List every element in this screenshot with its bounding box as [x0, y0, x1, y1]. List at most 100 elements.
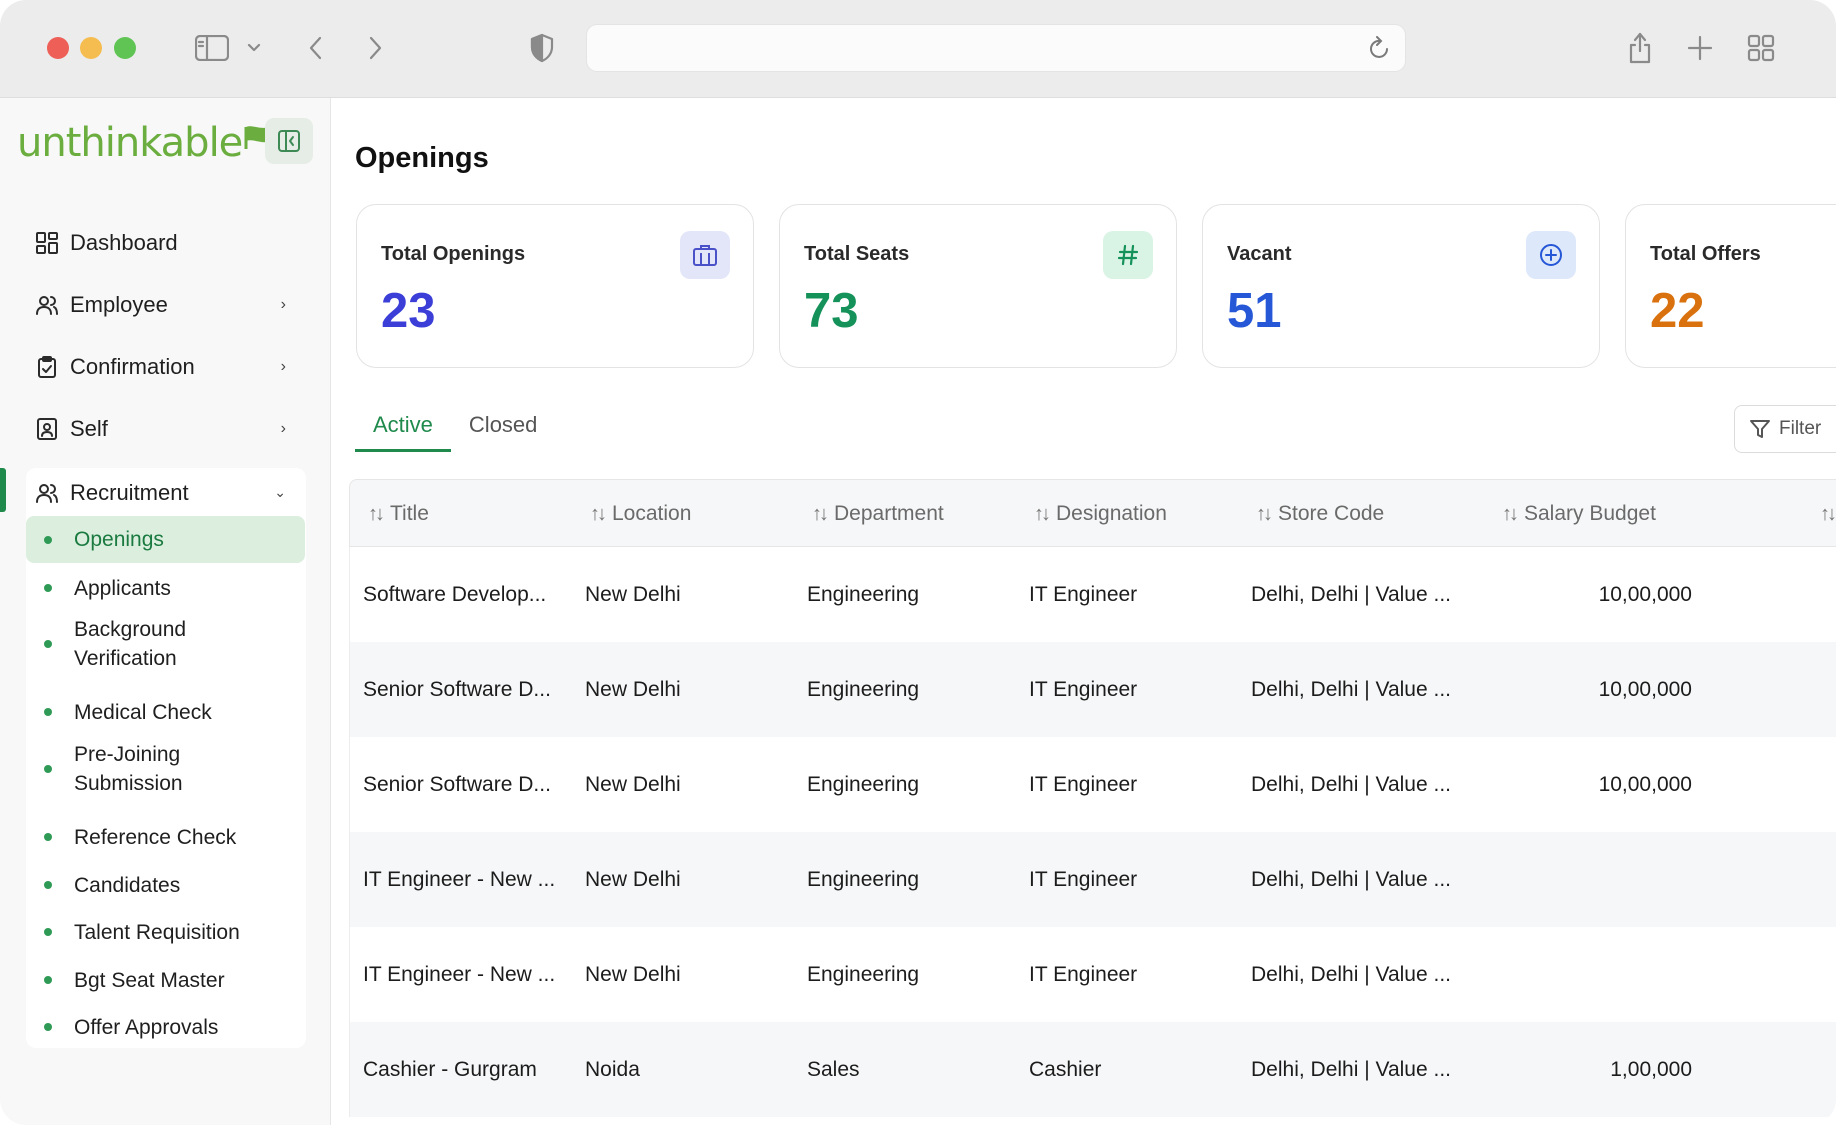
- sidebar-item-applicants[interactable]: Applicants: [26, 566, 305, 610]
- forward-icon[interactable]: [364, 28, 386, 68]
- sidebar-item-medical-check[interactable]: Medical Check: [26, 690, 305, 734]
- sort-icon: ↑↓: [1256, 502, 1273, 525]
- cell-title: Cashier - Gurgram: [363, 1057, 537, 1081]
- tab-closed[interactable]: Closed: [451, 408, 555, 452]
- table-row[interactable]: IT Engineer - New ... New Delhi Engineer…: [349, 832, 1836, 927]
- column-label: Department: [834, 502, 944, 525]
- cell-department: Engineering: [807, 867, 920, 891]
- main-content: Openings Total Openings 23 Total Seats 7…: [332, 98, 1836, 1125]
- stat-card-total-openings: Total Openings 23: [356, 204, 754, 368]
- nav-employee[interactable]: Employee ›: [26, 280, 306, 330]
- cell-salary-budget: [1490, 927, 1692, 1022]
- sort-icon: ↑↓: [590, 502, 607, 525]
- column-header-department[interactable]: ↑↓ Department: [812, 480, 944, 548]
- cell-department: Engineering: [807, 677, 920, 701]
- openings-table: ↑↓ Title ↑↓ Location ↑↓ Department ↑↓ Design…: [349, 479, 1836, 1117]
- nav-recruitment[interactable]: Recruitment ⌄: [26, 468, 306, 518]
- bullet-icon: [44, 765, 52, 773]
- cell-title: IT Engineer - New ...: [363, 962, 556, 986]
- table-row[interactable]: Senior Software D... New Delhi Engineeri…: [349, 737, 1836, 832]
- grid-icon: [34, 230, 60, 256]
- sidebar-item-bgt-seat-master[interactable]: Bgt Seat Master: [26, 958, 305, 1002]
- reload-icon[interactable]: [1369, 36, 1391, 65]
- filter-button[interactable]: Filter: [1734, 405, 1836, 453]
- cell-salary-budget: [1490, 832, 1692, 927]
- address-bar[interactable]: [587, 25, 1405, 71]
- browser-window: unthinkable Dashboard Employee › Confirm…: [0, 0, 1836, 1125]
- stat-value: 73: [804, 284, 859, 338]
- minimize-window-button[interactable]: [80, 37, 102, 59]
- sidebar-item-label: Candidates: [74, 873, 181, 897]
- sidebar-item-label: Talent Requisition: [74, 920, 240, 944]
- cell-salary-budget: 10,00,000: [1598, 582, 1692, 606]
- bullet-icon: [44, 640, 52, 648]
- sidebar-toggle-icon[interactable]: [192, 28, 232, 68]
- sidebar-item-background-verification[interactable]: Background Verification: [26, 613, 305, 675]
- tab-overview-icon[interactable]: [1745, 28, 1777, 68]
- sidebar-item-candidates[interactable]: Candidates: [26, 863, 305, 907]
- new-tab-icon[interactable]: [1684, 28, 1716, 68]
- nav-label: Employee: [70, 292, 168, 317]
- sidebar-item-talent-requisition[interactable]: Talent Requisition: [26, 910, 305, 954]
- nav-confirmation[interactable]: Confirmation ›: [26, 342, 306, 392]
- column-header-title[interactable]: ↑↓ Title: [368, 480, 429, 548]
- maximize-window-button[interactable]: [114, 37, 136, 59]
- close-window-button[interactable]: [47, 37, 69, 59]
- chevron-down-icon[interactable]: [244, 28, 264, 68]
- sidebar-item-pre-joining-submission[interactable]: Pre-Joining Submission: [26, 738, 305, 800]
- chevron-right-icon: ›: [280, 296, 286, 313]
- collapse-sidebar-button[interactable]: [265, 118, 313, 164]
- table-row[interactable]: Cashier - Gurgram Noida Sales Cashier De…: [349, 1022, 1836, 1117]
- plus-circle-icon: [1526, 231, 1576, 279]
- logo-text: unthinkable: [17, 120, 243, 166]
- stat-card-total-seats: Total Seats 73: [779, 204, 1177, 368]
- column-header-store-code[interactable]: ↑↓ Store Code: [1256, 480, 1384, 548]
- nav-label: Self: [70, 416, 108, 441]
- active-indicator: [0, 468, 6, 512]
- tab-active[interactable]: Active: [355, 408, 451, 452]
- table-row[interactable]: IT Engineer - New ... New Delhi Engineer…: [349, 927, 1836, 1022]
- cell-location: New Delhi: [585, 677, 681, 701]
- stat-label: Total Seats: [804, 243, 910, 265]
- stat-label: Total Offers: [1650, 243, 1761, 265]
- column-header-designation[interactable]: ↑↓ Designation: [1034, 480, 1167, 548]
- column-header-location[interactable]: ↑↓ Location: [590, 480, 691, 548]
- cell-store-code: Delhi, Delhi | Value ...: [1251, 677, 1451, 701]
- column-label: Salary Budget: [1524, 502, 1656, 525]
- share-icon[interactable]: [1624, 28, 1656, 68]
- stat-value: 23: [381, 284, 436, 338]
- cell-designation: IT Engineer: [1029, 772, 1138, 796]
- bullet-icon: [44, 535, 52, 544]
- cell-title: Software Develop...: [363, 582, 547, 606]
- privacy-shield-icon[interactable]: [527, 28, 557, 68]
- sidebar-item-label: Bgt Seat Master: [74, 968, 225, 992]
- sidebar-item-label: Applicants: [74, 576, 171, 600]
- nav-self[interactable]: Self ›: [26, 404, 306, 454]
- filter-label: Filter: [1779, 418, 1822, 439]
- nav-label: Dashboard: [70, 230, 178, 255]
- stat-label: Vacant: [1227, 243, 1292, 265]
- stat-value: 51: [1227, 284, 1282, 338]
- users-icon: [34, 292, 60, 318]
- cell-department: Engineering: [807, 772, 920, 796]
- sidebar-item-openings[interactable]: Openings: [26, 516, 305, 563]
- nav-label: Recruitment: [70, 480, 189, 505]
- table-row[interactable]: Senior Software D... New Delhi Engineeri…: [349, 642, 1836, 737]
- logo[interactable]: unthinkable: [17, 118, 276, 168]
- nav-dashboard[interactable]: Dashboard: [26, 218, 306, 268]
- sidebar-item-offer-approvals[interactable]: Offer Approvals: [26, 1005, 305, 1049]
- stat-label: Total Openings: [381, 243, 526, 265]
- hash-icon: [1103, 231, 1153, 279]
- table-row[interactable]: Software Develop... New Delhi Engineerin…: [349, 547, 1836, 642]
- sidebar-item-label: Background Verification: [74, 618, 187, 670]
- column-header-salary-budget[interactable]: ↑↓ Salary Budget: [1502, 480, 1656, 548]
- sidebar-item-reference-check[interactable]: Reference Check: [26, 815, 305, 859]
- cell-store-code: Delhi, Delhi | Value ...: [1251, 962, 1451, 986]
- cell-designation: Cashier: [1029, 1057, 1102, 1081]
- sidebar-item-label: Openings: [74, 528, 164, 551]
- cell-salary-budget: 1,00,000: [1610, 1057, 1692, 1081]
- back-icon[interactable]: [305, 28, 327, 68]
- stat-card-total-offers: Total Offers 22: [1625, 204, 1836, 368]
- column-header-more[interactable]: ↑↓: [1820, 480, 1836, 548]
- column-label: Store Code: [1278, 502, 1385, 525]
